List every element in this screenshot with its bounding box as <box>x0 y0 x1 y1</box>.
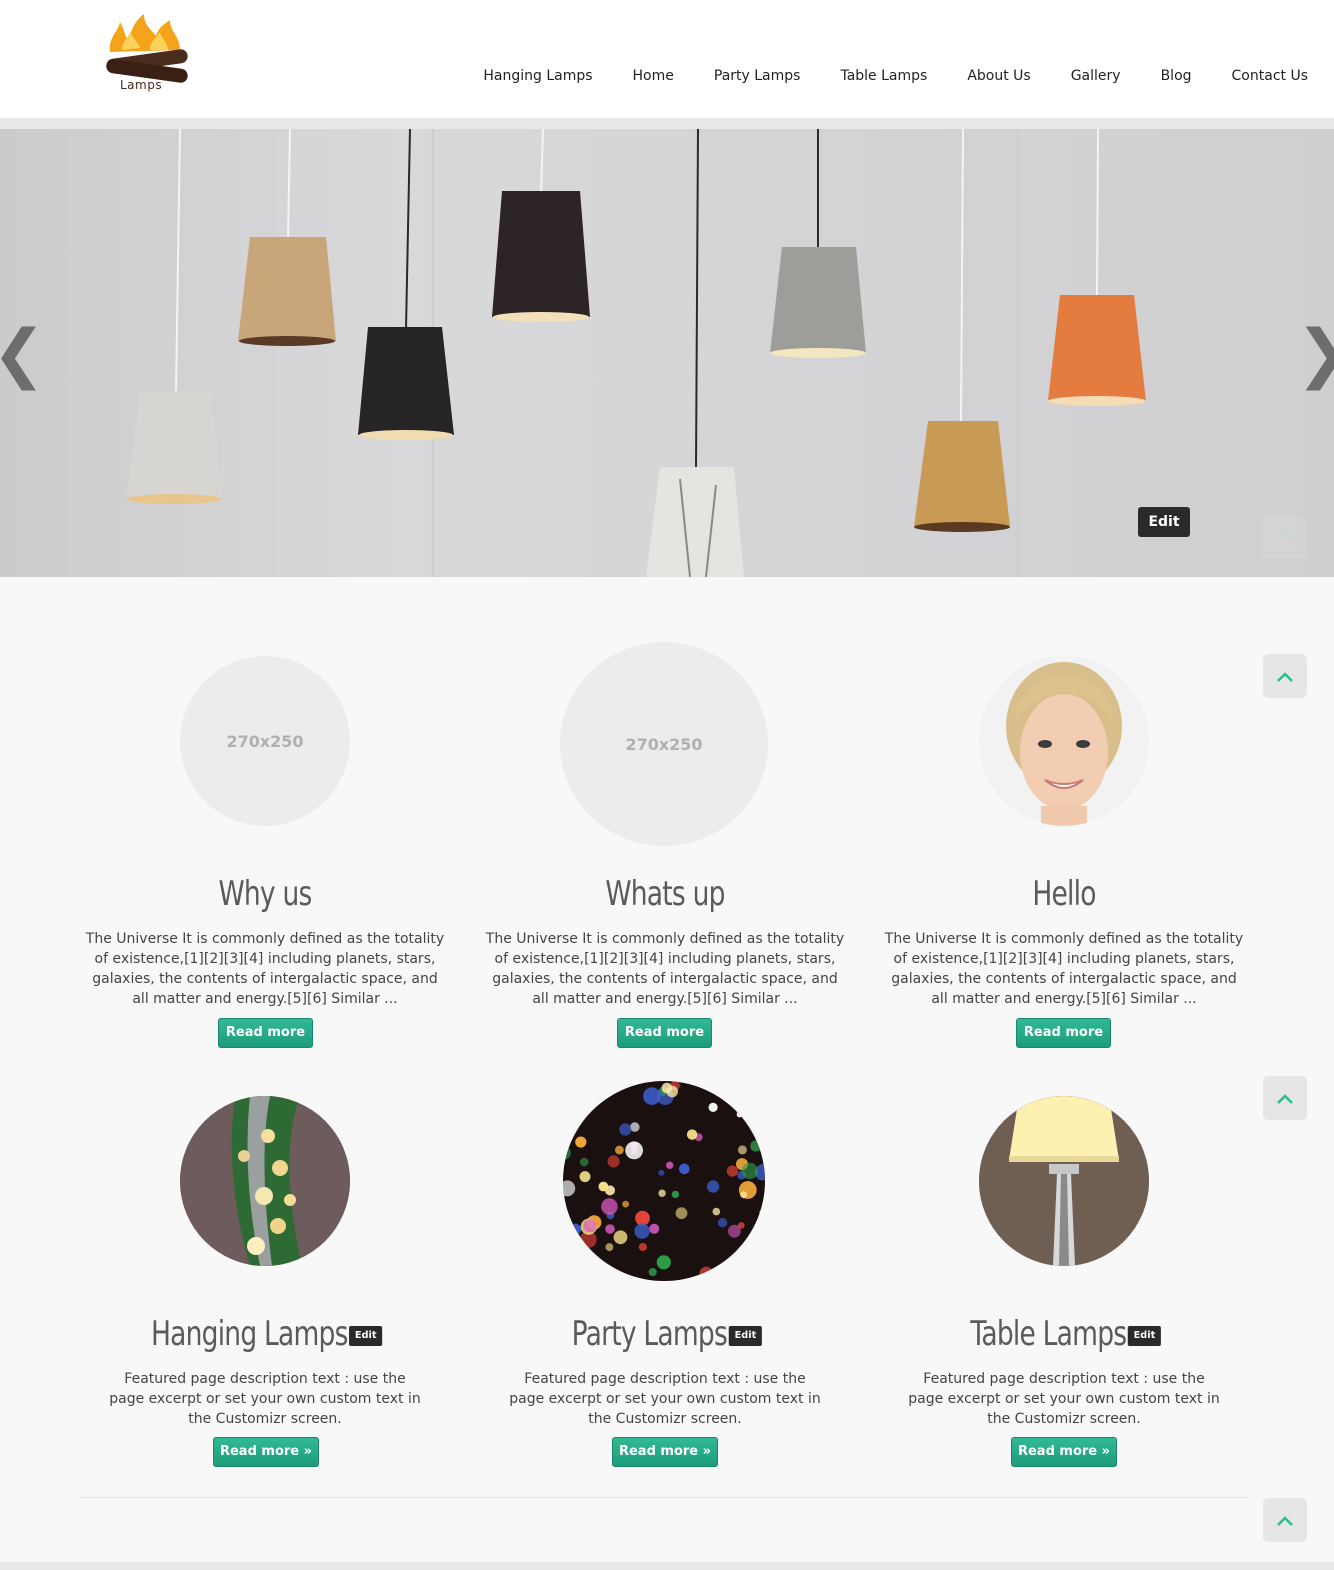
slider-next-icon[interactable]: ❯ <box>1296 319 1334 389</box>
nav-contact-us[interactable]: Contact Us <box>1232 66 1308 86</box>
party-lamps-image[interactable] <box>563 1081 765 1281</box>
marketing-image-placeholder: 270x250 <box>180 656 350 826</box>
marketing-title: Why us <box>218 874 312 914</box>
nav-home[interactable]: Home <box>633 66 674 86</box>
back-to-top-icon[interactable] <box>1263 1076 1307 1120</box>
nav-party-lamps[interactable]: Party Lamps <box>714 66 801 86</box>
marketing-title: Whats up <box>605 874 725 914</box>
featured-title: Table Lamps Edit <box>924 1314 1205 1354</box>
read-more-button[interactable]: Read more <box>218 1018 313 1048</box>
footer-strip <box>0 1562 1334 1570</box>
nav-table-lamps[interactable]: Table Lamps <box>840 66 927 86</box>
slider-prev-icon[interactable]: ❮ <box>0 319 46 389</box>
read-more-button[interactable]: Read more » <box>1011 1437 1117 1467</box>
woman-portrait-image <box>979 656 1149 826</box>
hanging-lamps-image[interactable] <box>180 1096 350 1266</box>
featured-title-text: Table Lamps <box>970 1314 1127 1354</box>
main-nav: Hanging Lamps Home Party Lamps Table Lam… <box>443 66 1308 86</box>
featured-text: Featured page description text : use the… <box>109 1371 421 1427</box>
nav-hanging-lamps[interactable]: Hanging Lamps <box>483 66 592 86</box>
featured-edit-button[interactable]: Edit <box>728 1325 762 1346</box>
nav-blog[interactable]: Blog <box>1161 66 1192 86</box>
table-lamps-image[interactable] <box>979 1096 1149 1266</box>
marketing-title: Hello <box>1032 874 1096 914</box>
slider-edit-button[interactable]: Edit <box>1138 507 1190 537</box>
nav-gallery[interactable]: Gallery <box>1071 66 1121 86</box>
read-more-button[interactable]: Read more » <box>612 1437 718 1467</box>
featured-title: Party Lamps Edit <box>525 1314 806 1354</box>
featured-edit-button[interactable]: Edit <box>348 1325 383 1346</box>
marketing-text: The Universe It is commonly defined as t… <box>485 931 845 1007</box>
nav-about-us[interactable]: About Us <box>967 66 1030 86</box>
read-more-button[interactable]: Read more <box>1016 1018 1111 1048</box>
pendant-lamps-image <box>126 129 1146 577</box>
section-divider <box>80 1497 1248 1498</box>
slider-back-to-top-icon[interactable]: ^ <box>1263 515 1307 559</box>
featured-edit-button[interactable]: Edit <box>1127 1325 1161 1346</box>
header-divider <box>0 118 1334 129</box>
featured-title-text: Party Lamps <box>571 1314 728 1354</box>
featured-title-text: Hanging Lamps <box>150 1314 348 1354</box>
marketing-text: The Universe It is commonly defined as t… <box>884 931 1244 1007</box>
featured-text: Featured page description text : use the… <box>509 1371 821 1427</box>
back-to-top-icon[interactable] <box>1263 1498 1307 1542</box>
marketing-image-placeholder: 270x250 <box>560 642 768 846</box>
featured-title: Hanging Lamps Edit <box>125 1314 406 1354</box>
back-to-top-icon[interactable] <box>1263 654 1307 698</box>
logo-text: Lamps <box>120 78 163 92</box>
marketing-text: The Universe It is commonly defined as t… <box>85 931 445 1007</box>
site-header: Lamps Hanging Lamps Home Party Lamps Tab… <box>0 0 1334 118</box>
featured-text: Featured page description text : use the… <box>908 1371 1220 1427</box>
hero-slider[interactable]: ❮ ❯ Edit ^ <box>0 129 1334 577</box>
read-more-button[interactable]: Read more <box>617 1018 712 1048</box>
read-more-button[interactable]: Read more » <box>213 1437 319 1467</box>
